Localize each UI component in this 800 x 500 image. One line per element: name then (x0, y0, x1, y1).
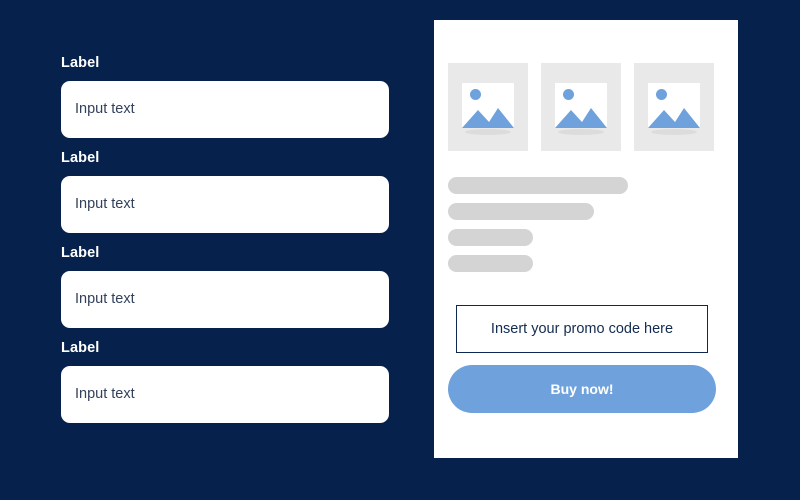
image-thumbnail-1[interactable] (448, 63, 528, 151)
skeleton-bar-2 (448, 203, 594, 220)
promo-code-input-text: Insert your promo code here (490, 321, 674, 337)
thumbnail-shadow (651, 129, 697, 135)
text-input-1-value: Input text (75, 101, 135, 118)
field-label-2: Label (61, 149, 100, 166)
field-label-4: Label (61, 339, 100, 356)
promo-card: Insert your promo code here Buy now! (434, 20, 738, 458)
mountain-icon (555, 108, 607, 128)
skeleton-bar-3 (448, 229, 533, 246)
thumbnail-shadow (465, 129, 511, 135)
text-input-2-value: Input text (75, 196, 135, 213)
field-label-3: Label (61, 244, 100, 261)
form-field-group-2: Label Input text (61, 149, 389, 233)
skeleton-bar-1 (448, 177, 628, 194)
form-field-group-3: Label Input text (61, 244, 389, 328)
sun-icon (656, 89, 667, 100)
text-input-1[interactable]: Input text (61, 80, 389, 138)
text-input-3-value: Input text (75, 291, 135, 308)
image-thumbnail-3[interactable] (634, 63, 714, 151)
buy-now-button-label: Buy now! (550, 381, 614, 397)
buy-now-button[interactable]: Buy now! (448, 365, 716, 413)
mountain-icon (462, 108, 514, 128)
image-placeholder-icon (648, 83, 700, 128)
form-field-group-4: Label Input text (61, 339, 389, 423)
form-field-group-1: Label Input text (61, 55, 389, 138)
image-thumbnail-2[interactable] (541, 63, 621, 151)
input-form-panel: Label Input text Label Input text Label … (61, 55, 389, 436)
skeleton-bar-4 (448, 255, 533, 272)
sun-icon (563, 89, 574, 100)
image-placeholder-icon (462, 83, 514, 128)
text-input-4[interactable]: Input text (61, 365, 389, 423)
text-input-4-value: Input text (75, 386, 135, 402)
skeleton-text-placeholder-list (448, 177, 628, 281)
sun-icon (470, 89, 481, 100)
thumbnail-shadow (558, 129, 604, 135)
field-label-1: Label (61, 55, 100, 71)
promo-code-input[interactable]: Insert your promo code here (456, 305, 708, 353)
text-input-2[interactable]: Input text (61, 175, 389, 233)
text-input-3[interactable]: Input text (61, 270, 389, 328)
thumbnail-row (448, 63, 714, 151)
image-placeholder-icon (555, 83, 607, 128)
mountain-icon (648, 108, 700, 128)
